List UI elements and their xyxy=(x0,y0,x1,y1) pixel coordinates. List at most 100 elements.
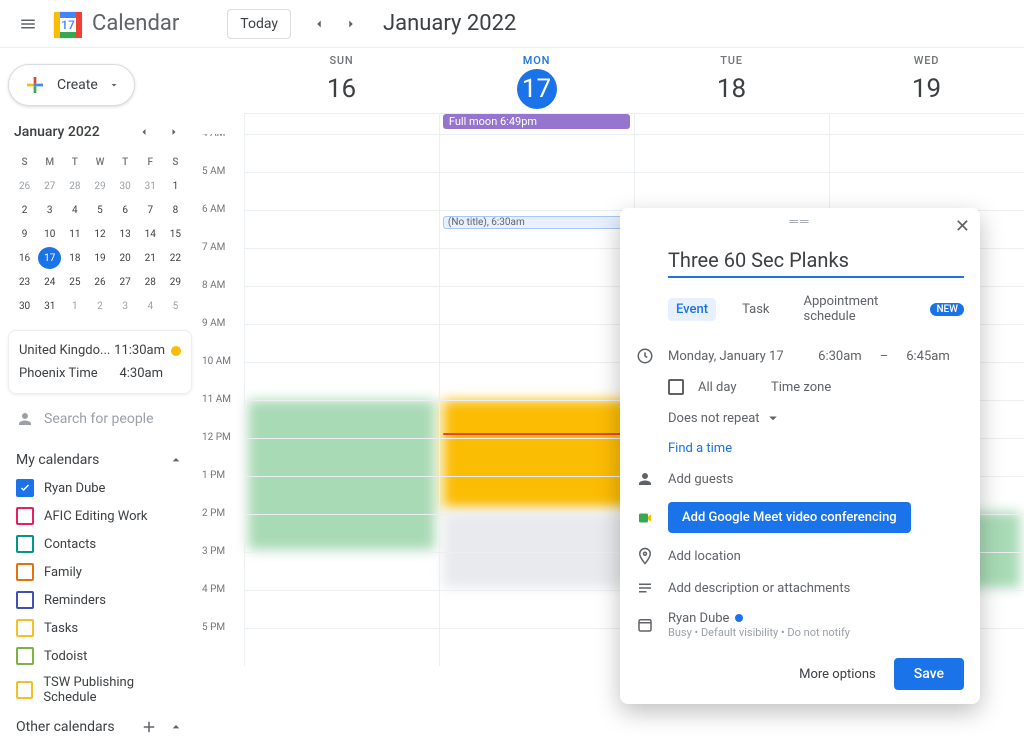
add-guests-field[interactable]: Add guests xyxy=(668,472,733,487)
event-date[interactable]: Monday, January 17 xyxy=(668,349,784,364)
calendar-checkbox[interactable] xyxy=(16,647,34,665)
time-slot[interactable] xyxy=(244,249,439,286)
repeat-dropdown[interactable]: Does not repeat xyxy=(668,409,782,427)
calendar-checkbox[interactable] xyxy=(16,535,34,553)
mini-day[interactable]: 12 xyxy=(88,223,111,245)
allday-checkbox[interactable] xyxy=(668,379,684,395)
save-button[interactable]: Save xyxy=(894,658,964,690)
more-options-button[interactable]: More options xyxy=(799,667,876,682)
mini-cal-prev[interactable] xyxy=(132,120,156,144)
mini-day[interactable]: 17 xyxy=(38,247,61,269)
event-start-time[interactable]: 6:30am xyxy=(818,349,862,364)
mini-day[interactable]: 1 xyxy=(63,295,86,317)
calendar-list-item[interactable]: Contacts xyxy=(12,530,188,558)
time-slot[interactable] xyxy=(244,553,439,590)
calendar-list-item[interactable]: Tasks xyxy=(12,614,188,642)
day-number[interactable]: 19 xyxy=(907,69,947,109)
calendar-list-item[interactable]: Ryan Dube xyxy=(12,474,188,502)
time-slot[interactable] xyxy=(244,325,439,362)
find-time-link[interactable]: Find a time xyxy=(668,441,732,456)
time-slot[interactable] xyxy=(634,173,829,210)
mini-day[interactable]: 31 xyxy=(38,295,61,317)
calendar-list-item[interactable]: Todoist xyxy=(12,642,188,670)
add-meet-button[interactable]: Add Google Meet video conferencing xyxy=(668,502,911,533)
mini-day[interactable]: 2 xyxy=(88,295,111,317)
time-slot[interactable] xyxy=(244,173,439,210)
mini-day[interactable]: 30 xyxy=(114,175,137,197)
calendar-list-item[interactable]: Family xyxy=(12,558,188,586)
mini-day[interactable]: 15 xyxy=(164,223,187,245)
time-slot[interactable] xyxy=(244,439,439,476)
main-menu-button[interactable] xyxy=(8,4,48,44)
mini-day[interactable]: 23 xyxy=(13,271,36,293)
mini-day[interactable]: 22 xyxy=(164,247,187,269)
calendar-list-item[interactable]: TSW Publishing Schedule xyxy=(12,670,188,710)
time-slot[interactable] xyxy=(244,363,439,400)
chevron-up-icon[interactable] xyxy=(168,719,184,735)
mini-day[interactable]: 4 xyxy=(139,295,162,317)
plus-icon[interactable] xyxy=(140,718,158,736)
mini-day[interactable]: 28 xyxy=(63,175,86,197)
mini-day[interactable]: 2 xyxy=(13,199,36,221)
mini-day[interactable]: 29 xyxy=(88,175,111,197)
time-slot[interactable] xyxy=(439,629,634,666)
time-slot[interactable] xyxy=(244,287,439,324)
other-calendars-header[interactable]: Other calendars xyxy=(8,710,192,744)
mini-day[interactable]: 24 xyxy=(38,271,61,293)
time-slot[interactable] xyxy=(439,287,634,324)
mini-day[interactable]: 1 xyxy=(164,175,187,197)
time-slot[interactable] xyxy=(439,211,634,248)
time-slot[interactable] xyxy=(829,135,1024,172)
mini-day[interactable]: 27 xyxy=(114,271,137,293)
drag-handle-icon[interactable]: ══ xyxy=(789,214,810,228)
mini-day[interactable]: 20 xyxy=(114,247,137,269)
mini-day[interactable]: 18 xyxy=(63,247,86,269)
mini-day[interactable]: 3 xyxy=(38,199,61,221)
my-calendars-header[interactable]: My calendars xyxy=(8,446,192,474)
time-slot[interactable] xyxy=(244,401,439,438)
mini-day[interactable]: 27 xyxy=(38,175,61,197)
day-column-header[interactable]: TUE18 xyxy=(634,48,829,113)
event-owner[interactable]: Ryan Dube xyxy=(668,611,729,626)
next-period-button[interactable] xyxy=(335,8,367,40)
calendar-checkbox[interactable] xyxy=(16,479,34,497)
time-slot[interactable] xyxy=(439,477,634,514)
time-slot[interactable] xyxy=(244,135,439,172)
mini-day[interactable]: 25 xyxy=(63,271,86,293)
tab-event[interactable]: Event xyxy=(668,298,716,321)
mini-day[interactable]: 30 xyxy=(13,295,36,317)
today-button[interactable]: Today xyxy=(227,9,291,39)
time-slot[interactable] xyxy=(244,591,439,628)
search-people-field[interactable]: Search for people xyxy=(8,400,192,438)
time-slot[interactable] xyxy=(439,249,634,286)
mini-day[interactable]: 16 xyxy=(13,247,36,269)
mini-day[interactable]: 7 xyxy=(139,199,162,221)
calendar-checkbox[interactable] xyxy=(16,619,34,637)
day-column-header[interactable]: WED19 xyxy=(829,48,1024,113)
mini-day[interactable]: 14 xyxy=(139,223,162,245)
calendar-checkbox[interactable] xyxy=(16,681,33,699)
time-slot[interactable] xyxy=(439,325,634,362)
mini-day[interactable]: 19 xyxy=(88,247,111,269)
mini-calendar[interactable]: SMTWTFS262728293031123456789101112131415… xyxy=(8,150,192,324)
create-button[interactable]: Create xyxy=(8,64,135,106)
mini-day[interactable]: 3 xyxy=(114,295,137,317)
mini-day[interactable]: 4 xyxy=(63,199,86,221)
mini-day[interactable]: 8 xyxy=(164,199,187,221)
time-slot[interactable] xyxy=(439,401,634,438)
day-column-header[interactable]: SUN16 xyxy=(244,48,439,113)
calendar-checkbox[interactable] xyxy=(16,563,34,581)
day-number[interactable]: 17 xyxy=(517,69,557,109)
mini-day[interactable]: 6 xyxy=(114,199,137,221)
mini-day[interactable]: 26 xyxy=(13,175,36,197)
time-slot[interactable] xyxy=(244,477,439,514)
calendar-list-item[interactable]: AFIC Editing Work xyxy=(12,502,188,530)
mini-day[interactable]: 5 xyxy=(88,199,111,221)
mini-day[interactable]: 29 xyxy=(164,271,187,293)
add-location-field[interactable]: Add location xyxy=(668,549,741,564)
allday-event[interactable]: Full moon 6:49pm xyxy=(443,114,630,129)
time-slot[interactable] xyxy=(634,135,829,172)
time-slot[interactable] xyxy=(439,173,634,210)
time-slot[interactable] xyxy=(439,439,634,476)
time-slot[interactable] xyxy=(244,515,439,552)
